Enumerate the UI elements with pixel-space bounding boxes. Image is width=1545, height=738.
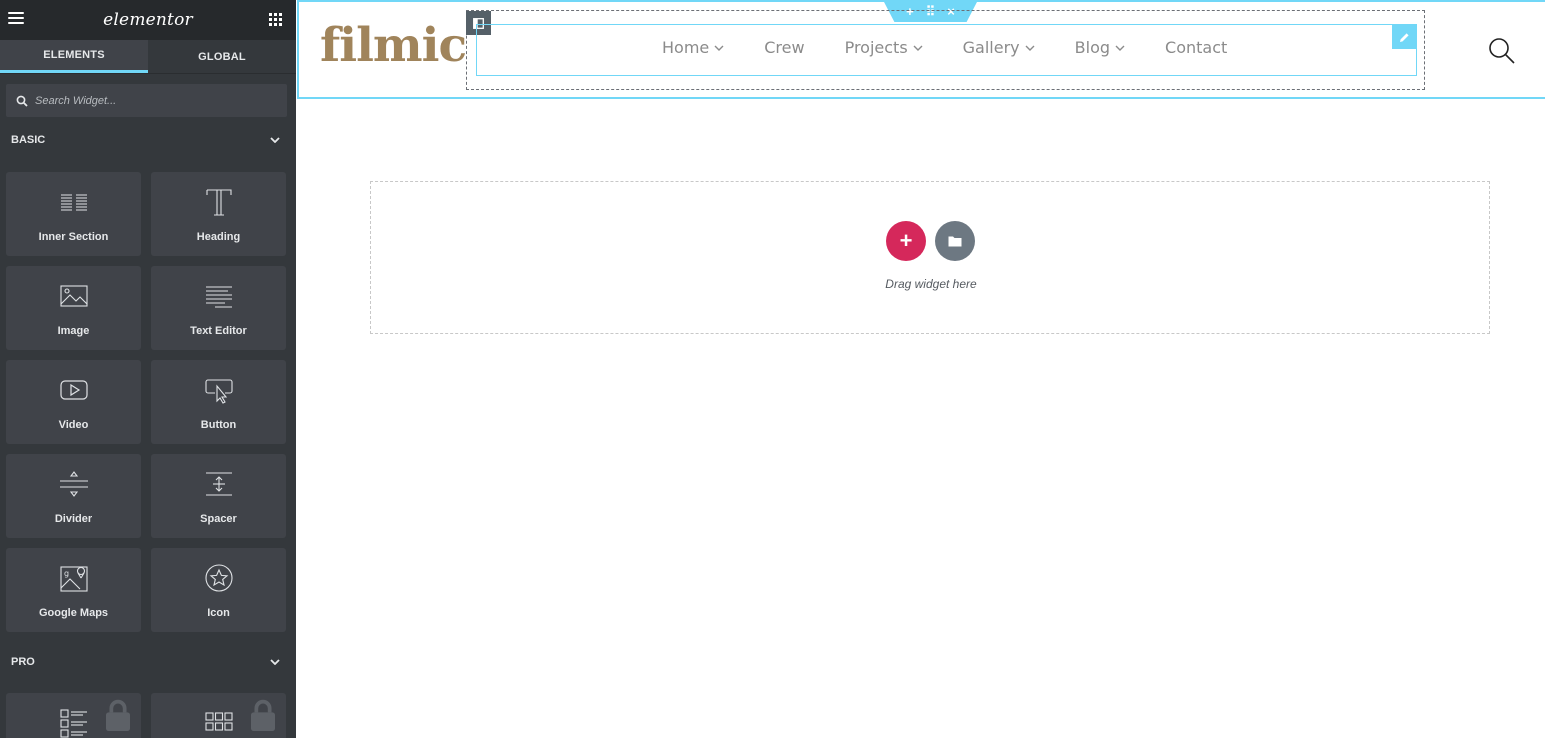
widget-label: Text Editor [190, 325, 247, 337]
nav-label: Crew [764, 38, 805, 57]
widget-label: Divider [54, 513, 93, 525]
nav-item-blog[interactable]: Blog [1075, 38, 1125, 57]
google-maps-icon: g [59, 566, 88, 592]
chevron-down-icon [270, 659, 280, 665]
widget-icon[interactable]: Icon [151, 548, 286, 632]
chevron-down-icon [1115, 45, 1125, 51]
main-navigation: Home Crew Projects Gallery Blog Contact [662, 38, 1267, 57]
nav-item-projects[interactable]: Projects [845, 38, 923, 57]
button-icon [204, 379, 233, 404]
nav-label: Contact [1165, 38, 1228, 57]
widget-spacer[interactable]: Spacer [151, 454, 286, 538]
category-basic-label: BASIC [11, 134, 46, 146]
image-icon [59, 285, 88, 307]
widget-button[interactable]: Button [151, 360, 286, 444]
elementor-logo: elementor [103, 10, 193, 30]
search-icon [16, 95, 28, 107]
widgets-grid-icon[interactable] [269, 13, 282, 26]
chevron-down-icon [913, 45, 923, 51]
chevron-down-icon [1025, 45, 1035, 51]
lock-icon [106, 699, 130, 731]
widget-heading[interactable]: Heading [151, 172, 286, 256]
widget-posts[interactable] [6, 693, 141, 738]
widget-text-editor[interactable]: Text Editor [151, 266, 286, 350]
chevron-down-icon [714, 45, 724, 51]
widget-portfolio[interactable] [151, 693, 286, 738]
text-editor-icon [205, 286, 232, 308]
spacer-icon [205, 472, 232, 496]
widget-label: Heading [196, 231, 241, 243]
nav-label: Home [662, 38, 710, 57]
pro-widget-grid [6, 693, 286, 738]
basic-widget-grid: Inner Section Heading Image Text Editor … [6, 172, 286, 632]
panel-tabs: ELEMENTS GLOBAL [0, 40, 296, 74]
chevron-down-icon [270, 137, 280, 143]
edit-widget-button[interactable] [1392, 25, 1416, 49]
widget-image[interactable]: Image [6, 266, 141, 350]
nav-label: Projects [844, 38, 908, 57]
nav-label: Gallery [962, 38, 1020, 57]
widget-label: Inner Section [38, 231, 109, 243]
video-icon [59, 380, 88, 400]
elementor-panel: elementor ELEMENTS GLOBAL BASIC Inner Se… [0, 0, 296, 738]
star-icon [204, 564, 233, 592]
site-logo[interactable]: filmic [320, 18, 467, 74]
tab-global[interactable]: GLOBAL [148, 40, 296, 73]
widget-label: Google Maps [38, 607, 109, 619]
nav-label: Blog [1074, 38, 1111, 57]
heading-icon [205, 189, 232, 216]
widget-label: Spacer [200, 513, 237, 525]
category-basic-header[interactable]: BASIC [0, 129, 296, 151]
widget-label: Video [58, 419, 89, 431]
widget-inner-section[interactable]: Inner Section [6, 172, 141, 256]
tab-elements[interactable]: ELEMENTS [0, 40, 148, 73]
widget-label: Button [200, 419, 237, 431]
posts-icon [59, 709, 87, 738]
widget-label: Icon [207, 607, 230, 619]
svg-text:g: g [64, 569, 69, 578]
search-icon[interactable] [1487, 36, 1517, 66]
panel-header: elementor [0, 0, 296, 40]
search-widget-input[interactable] [35, 94, 265, 107]
nav-item-home[interactable]: Home [662, 38, 724, 57]
nav-item-gallery[interactable]: Gallery [963, 38, 1035, 57]
widget-label: Image [57, 325, 90, 337]
widget-search [6, 84, 287, 117]
menu-icon[interactable] [8, 12, 24, 26]
drag-widget-hint: Drag widget here [885, 277, 977, 291]
pencil-icon [1399, 32, 1409, 42]
category-pro-header[interactable]: PRO [0, 651, 296, 673]
divider-icon [59, 471, 88, 497]
lock-icon [251, 699, 275, 731]
widget-divider[interactable]: Divider [6, 454, 141, 538]
add-new-section-button[interactable]: + [886, 221, 926, 261]
empty-section-dropzone[interactable]: + Drag widget here [370, 181, 1490, 334]
editor-canvas: filmic + ⠿ × Home Crew Projects Gallery … [296, 0, 1545, 738]
template-library-button[interactable] [935, 221, 975, 261]
category-pro-label: PRO [11, 656, 35, 668]
widget-google-maps[interactable]: g Google Maps [6, 548, 141, 632]
nav-item-crew[interactable]: Crew [764, 38, 804, 57]
folder-icon [948, 236, 962, 247]
widget-video[interactable]: Video [6, 360, 141, 444]
nav-item-contact[interactable]: Contact [1165, 38, 1227, 57]
inner-section-icon [60, 194, 87, 211]
portfolio-icon [204, 712, 233, 731]
